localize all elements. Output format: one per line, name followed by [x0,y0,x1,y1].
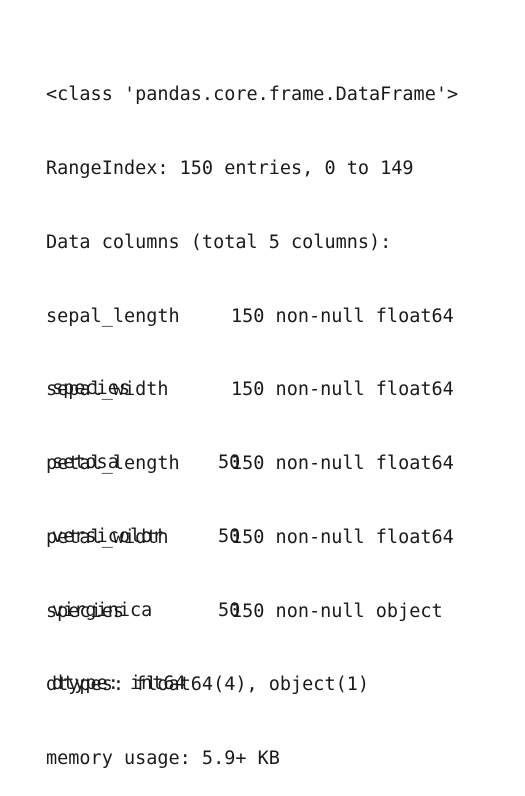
value-count-row: versicolor 50 [52,525,240,550]
dtype-line: dtype: int64 [52,673,186,695]
column-info: 150 non-null float64 [231,453,454,475]
value-label: virginica [52,599,153,621]
range-index-line: RangeIndex: 150 entries, 0 to 149 [46,157,414,179]
data-columns-line: Data columns (total 5 columns): [46,231,392,253]
column-info: 150 non-null object [231,600,443,622]
memory-usage-line: memory usage: 5.9+ KB [46,748,280,770]
column-info: 150 non-null float64 [231,526,454,548]
column-name: sepal_length [46,305,180,327]
value-count: 50 [218,451,241,473]
value-label: versicolor [52,525,164,547]
column-info: 150 non-null float64 [231,305,454,327]
value-counts-output: species setosa 50 versicolor 50 virginica 5… [52,328,240,722]
value-counts-header: species [52,378,130,400]
column-info: 150 non-null float64 [231,379,454,401]
column-row: sepal_length 150 non-null float64 [46,305,458,330]
value-count: 50 [218,599,241,621]
value-count: 50 [218,525,241,547]
value-count-row: virginica 50 [52,599,240,624]
class-line: <class 'pandas.core.frame.DataFrame'> [46,84,459,106]
value-label: setosa [52,451,119,473]
value-count-row: setosa 50 [52,451,240,476]
